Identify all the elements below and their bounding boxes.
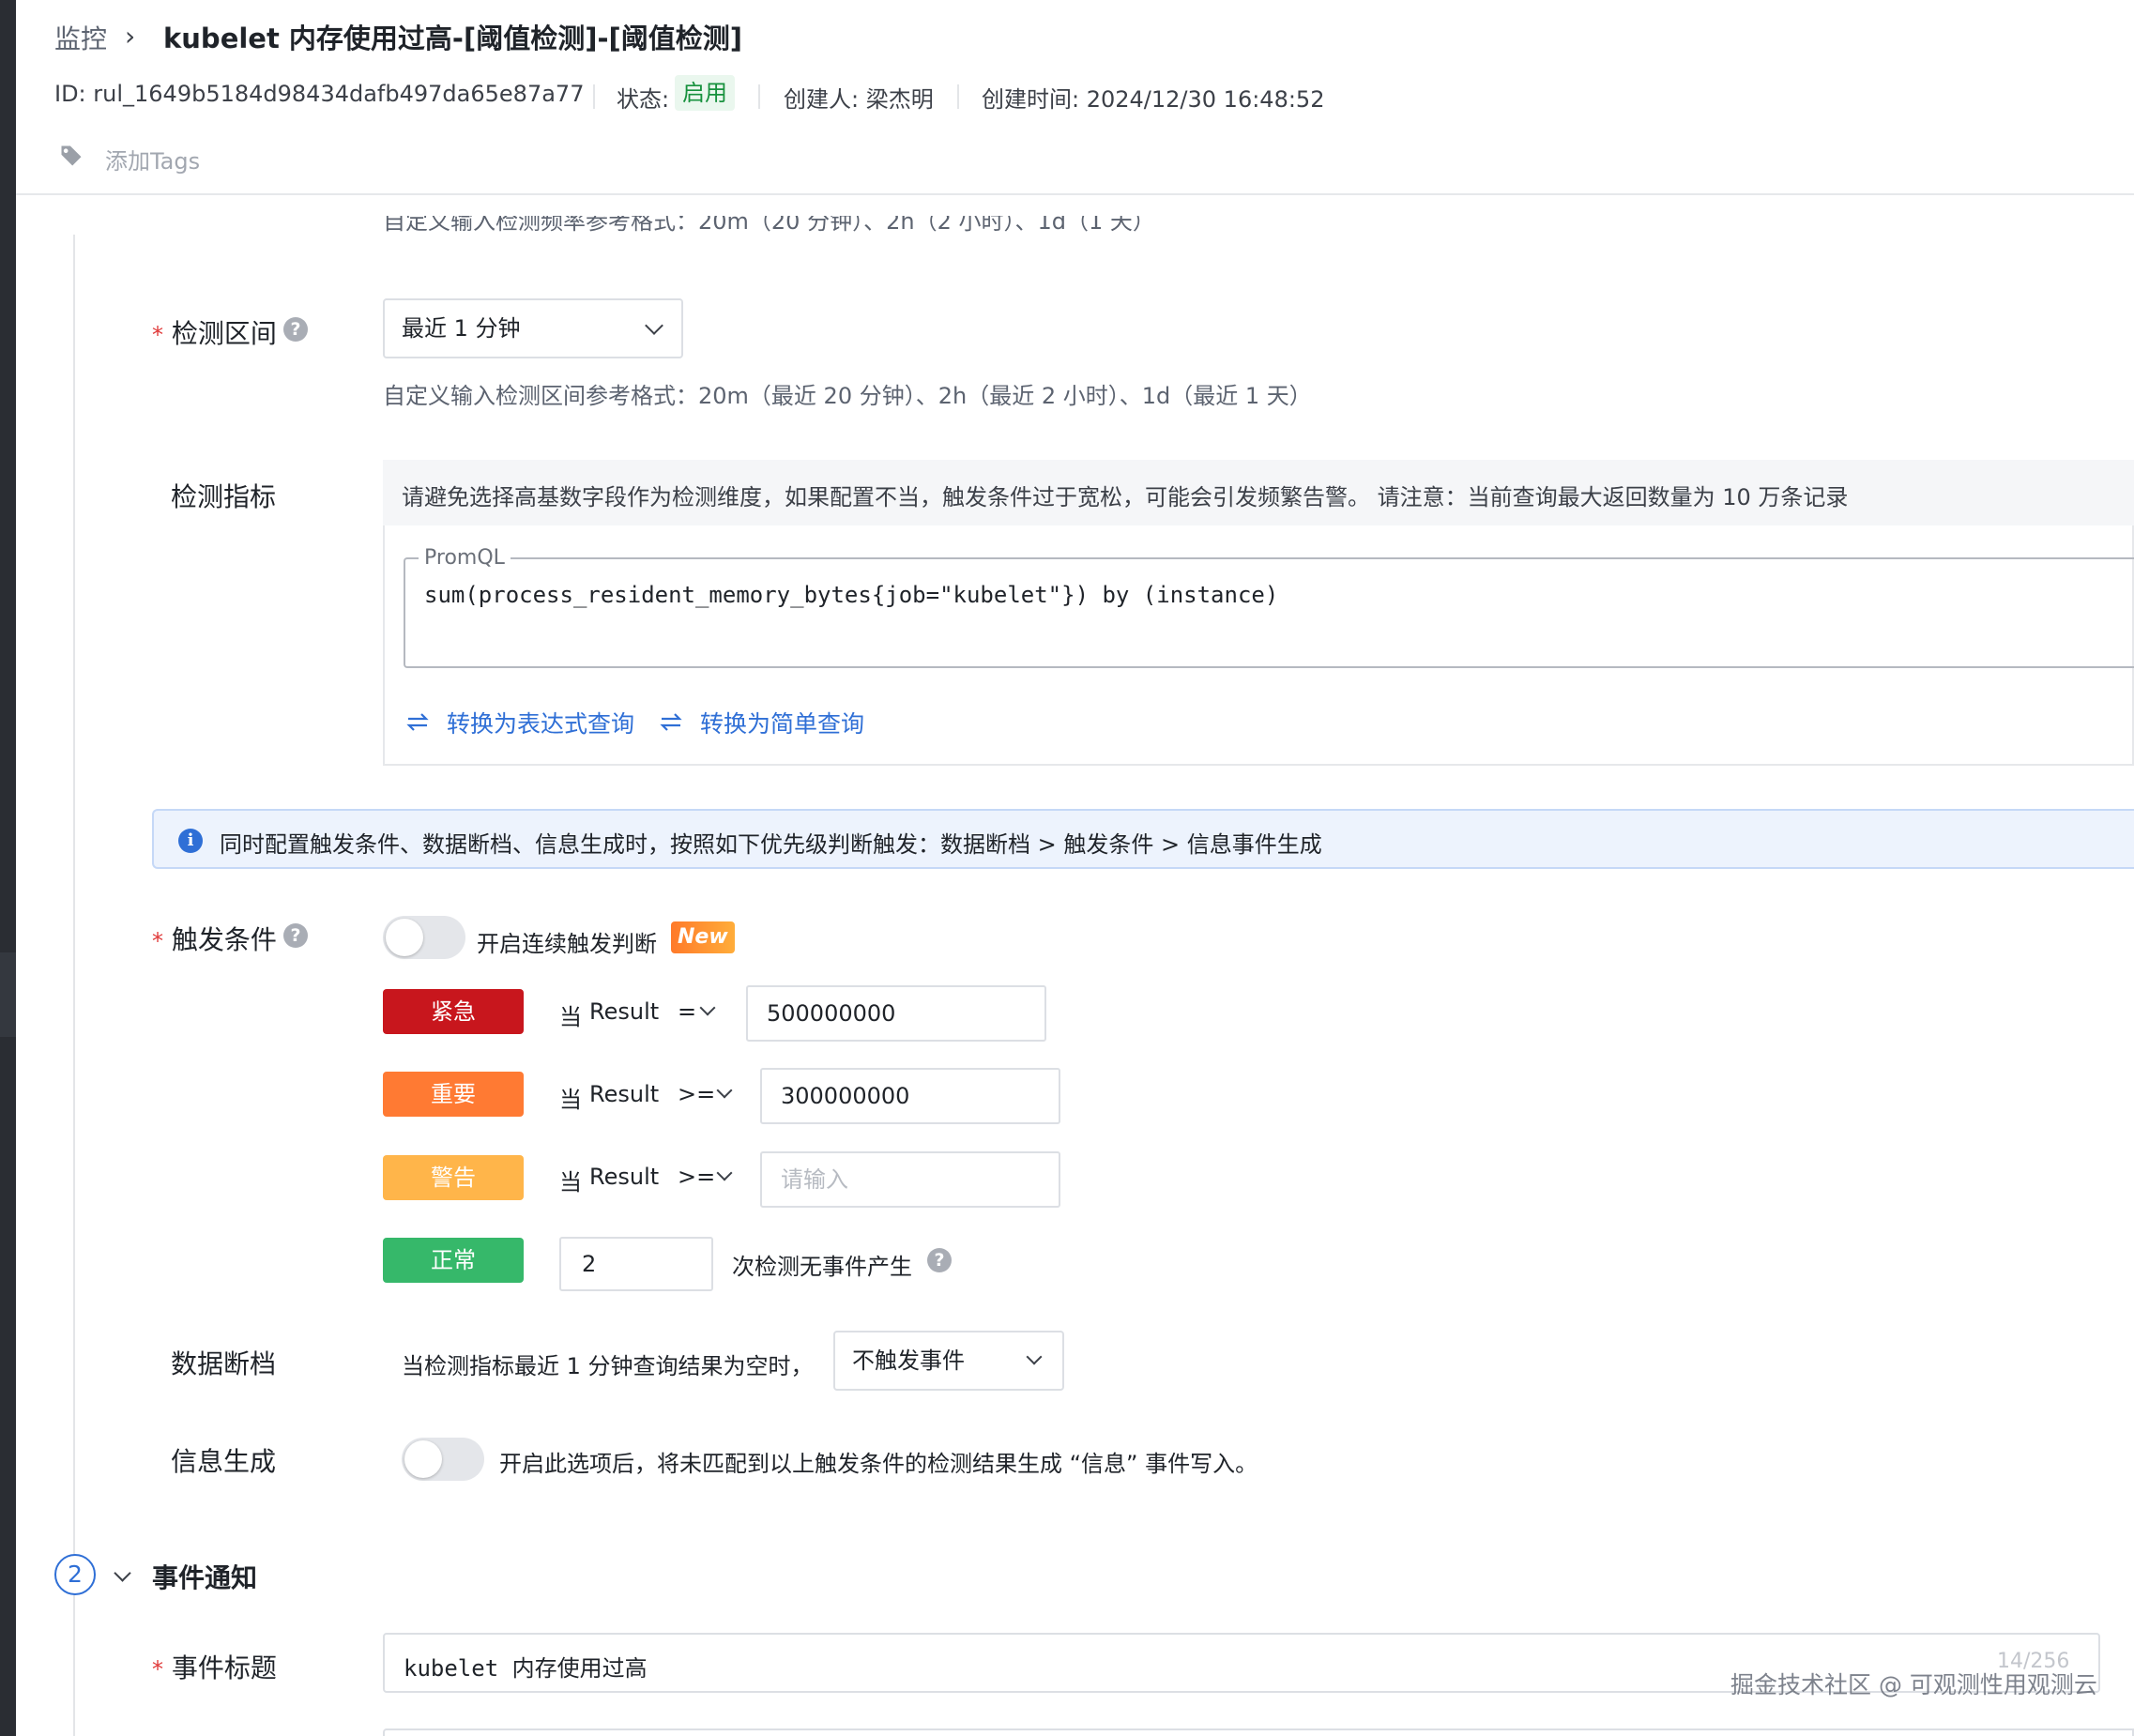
level-critical-tag: 紧急 bbox=[383, 989, 524, 1034]
convert-simple-link[interactable]: 转换为简单查询 bbox=[700, 706, 864, 739]
info-gen-text: 开启此选项后，将未匹配到以上触发条件的检测结果生成 “信息” 事件写入。 bbox=[499, 1451, 1258, 1477]
chevron-down-icon bbox=[1026, 1348, 1043, 1365]
condition-prefix: 当 bbox=[559, 1087, 582, 1113]
level-major-tag: 重要 bbox=[383, 1072, 524, 1117]
meta-divider bbox=[593, 84, 595, 109]
meta-divider bbox=[957, 84, 959, 109]
level-warning-tag: 警告 bbox=[383, 1155, 524, 1200]
step-timeline bbox=[73, 235, 75, 1736]
chevron-down-icon[interactable] bbox=[114, 1564, 131, 1582]
normal-count-input[interactable]: 2 bbox=[559, 1237, 713, 1291]
promql-input[interactable] bbox=[404, 557, 2134, 668]
chevron-down-icon bbox=[716, 1165, 733, 1181]
rule-id: ID: rul_1649b5184d98434dafb497da65e87a77 bbox=[54, 81, 585, 107]
add-tags-button[interactable]: 添加Tags bbox=[105, 143, 200, 175]
condition-field: Result bbox=[589, 1164, 660, 1190]
next-field-input[interactable] bbox=[383, 1728, 2134, 1736]
metric-label: 检测指标 bbox=[171, 481, 277, 512]
creator: 创建人: 梁杰明 bbox=[784, 86, 934, 113]
normal-count-suffix: 次检测无事件产生 bbox=[732, 1254, 912, 1280]
nodata-text: 当检测指标最近 1 分钟查询结果为空时， bbox=[402, 1353, 814, 1379]
continuous-trigger-toggle[interactable] bbox=[383, 916, 465, 959]
metric-warning-text: 请避免选择高基数字段作为检测维度，如果配置不当，触发条件过于宽松，可能会引发频繁… bbox=[402, 484, 1849, 510]
info-icon: i bbox=[178, 829, 203, 853]
promql-query[interactable]: sum(process_resident_memory_bytes{job="k… bbox=[424, 582, 1278, 608]
priority-info-text: 同时配置触发条件、数据断档、信息生成时，按照如下优先级判断触发：数据断档 > 触… bbox=[220, 831, 1322, 858]
convert-expression-link[interactable]: 转换为表达式查询 bbox=[447, 706, 634, 739]
event-notify-title[interactable]: 事件通知 bbox=[152, 1558, 257, 1595]
interval-selected: 最近 1 分钟 bbox=[402, 315, 521, 342]
trigger-label: 触发条件 bbox=[171, 924, 277, 955]
created-time: 创建时间: 2024/12/30 16:48:52 bbox=[982, 86, 1325, 113]
new-badge: New bbox=[671, 921, 735, 953]
promql-legend: PromQL bbox=[419, 546, 511, 570]
continuous-trigger-label: 开启连续触发判断 bbox=[477, 931, 657, 957]
nodata-select[interactable]: 不触发事件 bbox=[833, 1331, 1064, 1391]
chevron-down-icon bbox=[699, 999, 716, 1016]
interval-select[interactable]: 最近 1 分钟 bbox=[383, 298, 683, 358]
event-title-value: kubelet 内存使用过高 bbox=[404, 1655, 648, 1682]
swap-icon bbox=[660, 713, 682, 731]
chevron-down-icon bbox=[716, 1082, 733, 1099]
page-title: kubelet 内存使用过高-[阈值检测]-[阈值检测] bbox=[163, 23, 743, 54]
info-gen-label: 信息生成 bbox=[171, 1446, 277, 1477]
swap-icon bbox=[406, 713, 429, 731]
chevron-down-icon bbox=[645, 316, 663, 335]
operator-select[interactable]: >= bbox=[678, 1081, 715, 1107]
condition-prefix: 当 bbox=[559, 1169, 582, 1195]
breadcrumb-root[interactable]: 监控 bbox=[54, 19, 107, 56]
major-threshold-input[interactable]: 300000000 bbox=[760, 1068, 1060, 1124]
tag-icon[interactable] bbox=[58, 143, 84, 169]
event-title-label: 事件标题 bbox=[171, 1652, 277, 1683]
meta-divider bbox=[758, 84, 760, 109]
interval-label-row: * 检测区间 bbox=[152, 313, 277, 351]
nodata-label: 数据断档 bbox=[171, 1348, 277, 1379]
status-label: 状态: bbox=[617, 86, 670, 113]
left-sidebar-edge bbox=[0, 0, 16, 1736]
help-icon[interactable]: ? bbox=[283, 317, 308, 342]
info-gen-toggle[interactable] bbox=[402, 1438, 484, 1481]
condition-field: Result bbox=[589, 998, 660, 1025]
interval-label: 检测区间 bbox=[171, 318, 277, 349]
required-mark: * bbox=[152, 928, 163, 954]
nodata-selected: 不触发事件 bbox=[852, 1348, 965, 1374]
level-normal-tag: 正常 bbox=[383, 1238, 524, 1283]
help-icon[interactable]: ? bbox=[283, 923, 308, 948]
watermark: 掘金技术社区 @ 可观测性用观测云 bbox=[1730, 1671, 2097, 1698]
operator-select[interactable]: = bbox=[678, 998, 696, 1025]
required-mark: * bbox=[152, 1656, 163, 1683]
help-icon[interactable]: ? bbox=[927, 1248, 952, 1272]
interval-hint: 自定义输入检测区间参考格式：20m（最近 20 分钟）、2h（最近 2 小时）、… bbox=[383, 383, 1312, 409]
frequency-hint: 自定义输入检测频率参考格式：20m（20 分钟）、2h（2 小时）、1d（1 天… bbox=[383, 216, 1155, 235]
trigger-label-row: * 触发条件 bbox=[152, 920, 277, 957]
warning-threshold-input[interactable]: 请输入 bbox=[760, 1151, 1060, 1208]
step-number: 2 bbox=[54, 1554, 96, 1595]
status-badge: 启用 bbox=[675, 75, 735, 111]
condition-field: Result bbox=[589, 1081, 660, 1107]
critical-threshold-input[interactable]: 500000000 bbox=[746, 985, 1046, 1042]
event-title-label-row: * 事件标题 bbox=[152, 1648, 277, 1685]
required-mark: * bbox=[152, 322, 163, 348]
breadcrumb-chevron-icon: › bbox=[125, 21, 136, 52]
operator-select[interactable]: >= bbox=[678, 1164, 715, 1190]
condition-prefix: 当 bbox=[559, 1004, 582, 1030]
